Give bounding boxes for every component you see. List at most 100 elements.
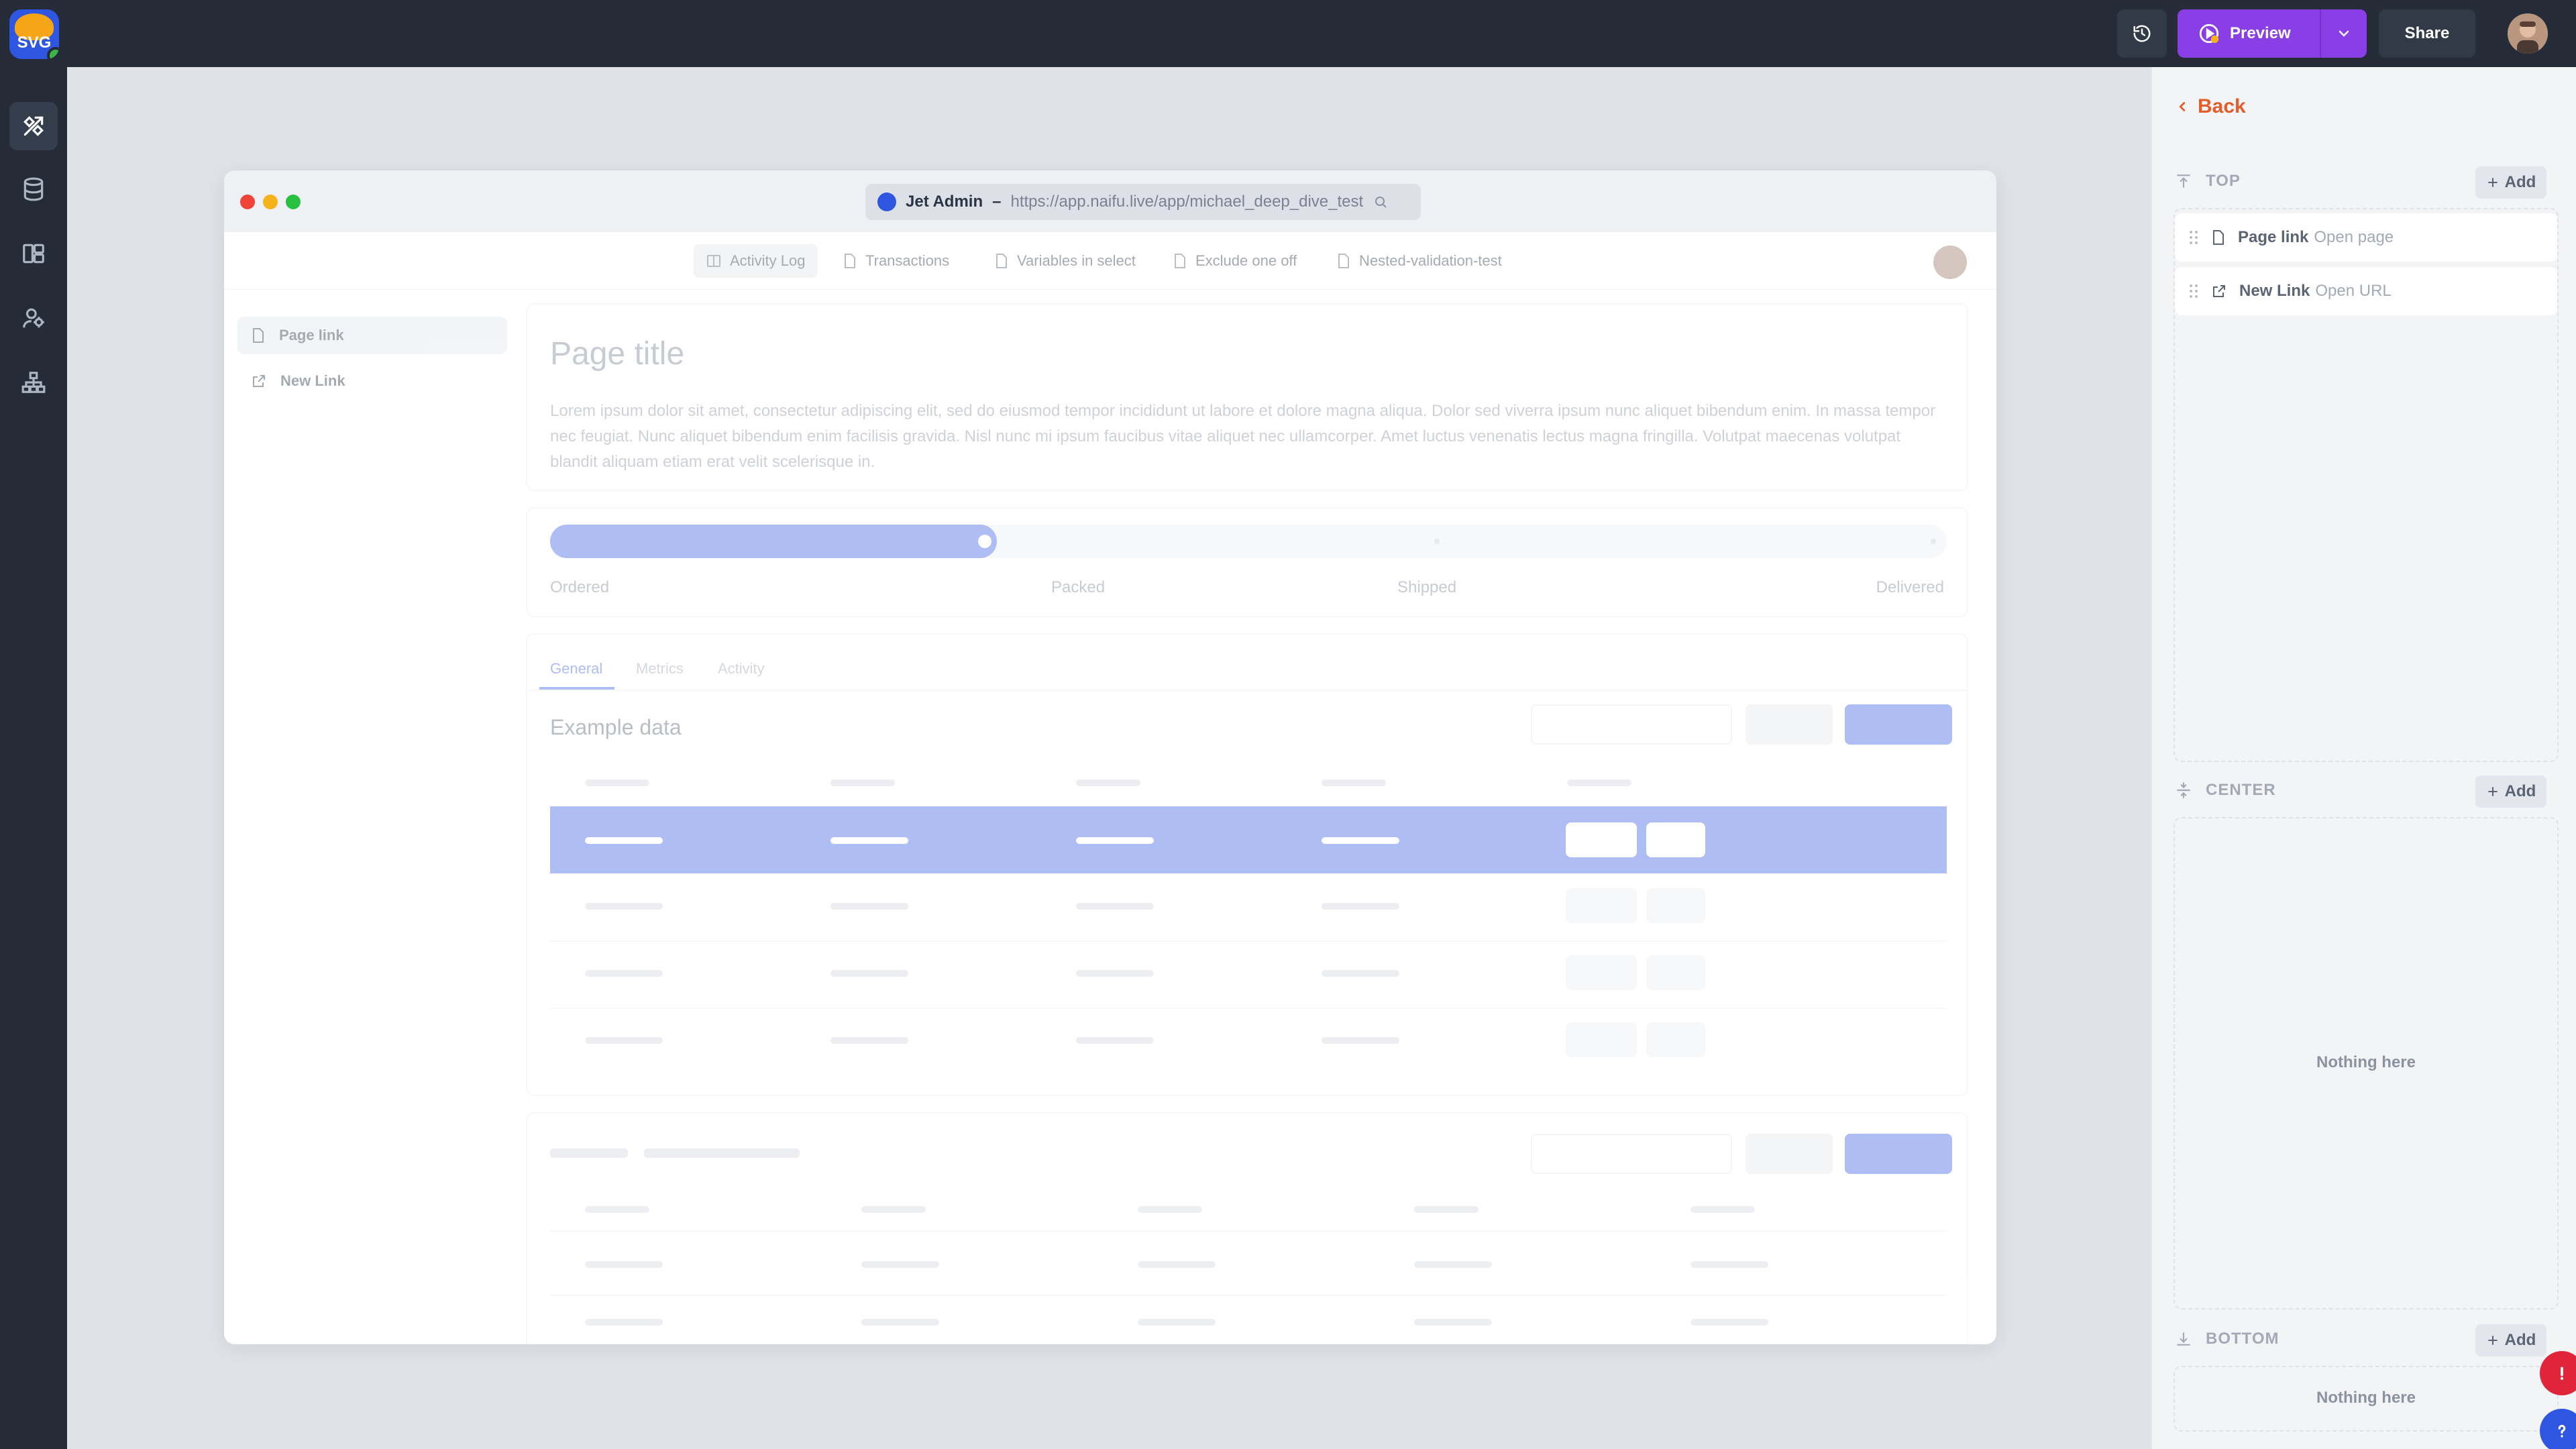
preview-label: Preview xyxy=(2230,24,2291,42)
title-card: Page title Lorem ipsum dolor sit amet, c… xyxy=(526,303,1968,491)
avatar-image xyxy=(2508,13,2548,54)
drag-handle-icon[interactable] xyxy=(2188,229,2199,246)
preview-dropdown-button[interactable] xyxy=(2320,9,2367,58)
app-logo[interactable]: SVG xyxy=(9,9,59,59)
table-search-input[interactable] xyxy=(1531,704,1732,745)
table-cell xyxy=(585,1261,663,1268)
nav-item-transactions[interactable]: Transactions xyxy=(830,244,961,278)
window-close-dot[interactable] xyxy=(240,195,255,209)
card-heading-placeholder xyxy=(550,1148,628,1158)
column-header xyxy=(1138,1206,1202,1213)
progress-card: Ordered Packed Shipped Delivered xyxy=(526,507,1968,617)
row-action-button[interactable] xyxy=(1566,888,1637,923)
step-label-shipped: Shipped xyxy=(1397,578,1457,596)
share-button[interactable]: Share xyxy=(2379,9,2475,58)
table-cell xyxy=(830,903,908,910)
nav-item-variables-in-select[interactable]: Variables in select xyxy=(982,244,1148,278)
preview-button[interactable]: Preview xyxy=(2178,9,2320,58)
window-minimize-dot[interactable] xyxy=(263,195,278,209)
back-button[interactable]: Back xyxy=(2175,95,2246,118)
add-bottom-button[interactable]: Add xyxy=(2475,1324,2546,1356)
column-header xyxy=(1567,780,1631,786)
nav-item-exclude-one-off[interactable]: Exclude one off xyxy=(1161,244,1309,278)
card-heading-placeholder xyxy=(644,1148,800,1158)
table-cell xyxy=(1322,970,1399,977)
app-sidebar-item-label: New Link xyxy=(280,372,345,389)
add-center-button[interactable]: Add xyxy=(2475,775,2546,808)
column-header xyxy=(1690,1206,1755,1213)
table-cell xyxy=(1076,970,1154,977)
tab-activity[interactable]: Activity xyxy=(718,660,765,678)
book-icon xyxy=(707,255,720,267)
page-icon xyxy=(1175,254,1185,268)
step-label-ordered: Ordered xyxy=(550,578,610,596)
column-header xyxy=(585,780,649,786)
sidebar-item-data[interactable] xyxy=(9,165,58,213)
page-icon xyxy=(1338,254,1349,268)
row-action-button[interactable] xyxy=(1566,822,1637,857)
page-title: Page title xyxy=(550,336,685,372)
help-icon xyxy=(2558,1424,2566,1438)
row-action-button[interactable] xyxy=(1646,955,1705,990)
nav-item-activity-log[interactable]: Activity Log xyxy=(694,244,818,278)
app-user-avatar[interactable] xyxy=(1933,246,1967,279)
add-label: Add xyxy=(2504,782,2536,800)
nav-item-label: Exclude one off xyxy=(1195,252,1297,269)
sidebar-item-layout[interactable] xyxy=(9,229,58,278)
align-top-icon xyxy=(2177,174,2190,188)
section-label: CENTER xyxy=(2206,781,2276,799)
panel-item-action: Open page xyxy=(2314,228,2394,246)
drag-handle-icon[interactable] xyxy=(2188,282,2199,300)
table-row-selected[interactable] xyxy=(550,806,1947,873)
external-link-icon xyxy=(253,375,265,387)
address-url: https://app.naifu.live/app/michael_deep_… xyxy=(1010,193,1364,211)
preview-window: Jet Admin – https://app.naifu.live/app/m… xyxy=(224,170,1996,1344)
row-action-button[interactable] xyxy=(1646,822,1705,857)
layout-icon xyxy=(23,244,44,264)
tab-general[interactable]: General xyxy=(550,660,602,678)
row-action-button[interactable] xyxy=(1566,1022,1637,1057)
sidebar-item-hierarchy[interactable] xyxy=(9,358,58,407)
table-search-input[interactable] xyxy=(1531,1134,1732,1174)
window-titlebar: Jet Admin – https://app.naifu.live/app/m… xyxy=(224,170,1996,232)
users-icon xyxy=(23,308,44,328)
table-card: General Metrics Activity Example data xyxy=(526,633,1968,1096)
table-cell xyxy=(1138,1319,1216,1326)
panel-item-page-link[interactable]: Page link Open page xyxy=(2175,213,2557,262)
second-table-card xyxy=(526,1112,1968,1344)
app-sidebar-item-page-link[interactable]: Page link xyxy=(237,317,507,354)
table-secondary-button[interactable] xyxy=(1746,704,1833,745)
row-action-button[interactable] xyxy=(1566,955,1637,990)
search-icon[interactable] xyxy=(1373,194,1389,210)
row-action-button[interactable] xyxy=(1646,1022,1705,1057)
section-title: Example data xyxy=(550,715,682,739)
sidebar-item-users[interactable] xyxy=(9,294,58,342)
history-button[interactable] xyxy=(2117,9,2167,58)
table-cell xyxy=(861,1261,939,1268)
nav-item-nested-validation-test[interactable]: Nested-validation-test xyxy=(1324,244,1514,278)
top-bar: SVG Preview Share xyxy=(0,0,2576,67)
table-cell xyxy=(830,1037,908,1044)
add-top-button[interactable]: Add xyxy=(2475,166,2546,199)
user-avatar[interactable] xyxy=(2508,13,2548,54)
left-sidebar xyxy=(0,67,67,1449)
panel-item-new-link[interactable]: New Link Open URL xyxy=(2175,267,2557,315)
table-secondary-button[interactable] xyxy=(1746,1134,1833,1174)
tab-metrics[interactable]: Metrics xyxy=(636,660,684,678)
row-divider xyxy=(550,1008,1947,1009)
chevron-left-icon xyxy=(2179,102,2186,111)
window-maximize-dot[interactable] xyxy=(286,195,301,209)
panel-item-action: Open URL xyxy=(2315,282,2392,300)
table-primary-button[interactable] xyxy=(1845,704,1952,745)
page-icon xyxy=(845,254,855,268)
sidebar-item-design[interactable] xyxy=(9,102,58,150)
table-cell xyxy=(1322,1037,1399,1044)
add-label: Add xyxy=(2504,1331,2536,1349)
address-bar[interactable]: Jet Admin – https://app.naifu.live/app/m… xyxy=(865,184,1421,220)
table-cell xyxy=(585,970,663,977)
app-sidebar-item-new-link[interactable]: New Link xyxy=(237,362,507,400)
table-primary-button[interactable] xyxy=(1845,1134,1952,1174)
row-action-button[interactable] xyxy=(1646,888,1705,923)
table-cell xyxy=(1076,1037,1154,1044)
page-icon xyxy=(253,328,264,343)
